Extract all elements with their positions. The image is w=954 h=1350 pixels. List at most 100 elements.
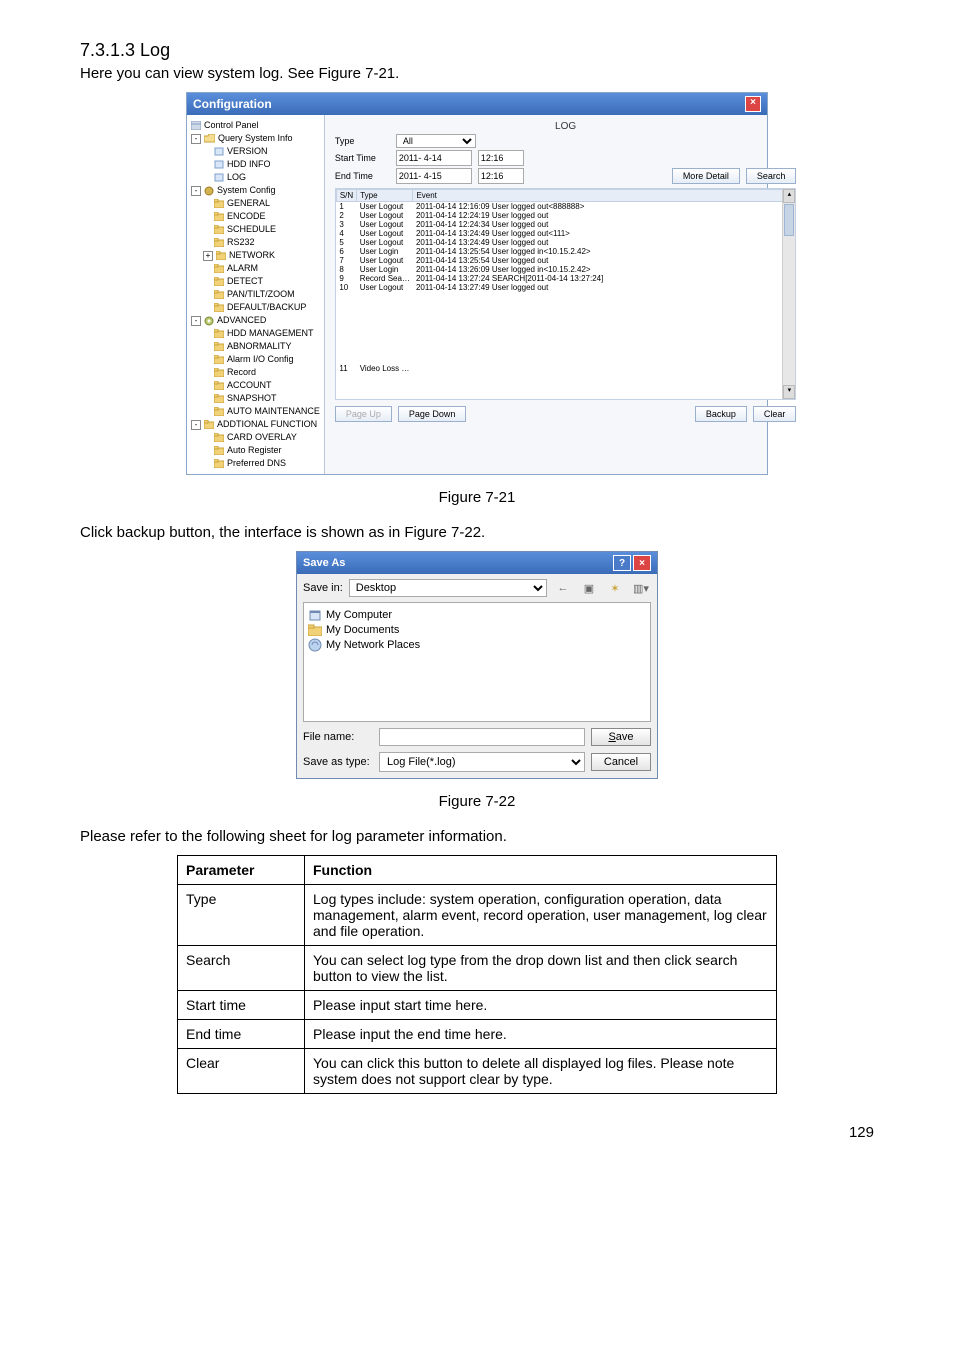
window-titlebar: Configuration × [187, 93, 767, 115]
clear-button[interactable]: Clear [753, 406, 797, 422]
end-time-input[interactable] [478, 168, 524, 184]
vertical-scrollbar[interactable]: ▴ ▾ [782, 189, 795, 399]
log-row[interactable]: 2User Logout2011-04-14 12:24:19 User log… [336, 211, 795, 220]
tree-item[interactable]: LOG [189, 171, 322, 184]
type-select[interactable]: All [396, 134, 476, 148]
log-table-wrap: S/N Type Event 1User Logout2011-04-14 12… [335, 188, 797, 400]
up-folder-icon[interactable]: ▣ [579, 578, 599, 598]
file-item[interactable]: My Network Places [308, 637, 646, 653]
col-event[interactable]: Event [413, 190, 795, 202]
save-button[interactable]: SSaveave [591, 728, 651, 746]
tree-item[interactable]: HDD MANAGEMENT [189, 327, 322, 340]
end-time-label: End Time [335, 171, 390, 181]
tree-item[interactable]: ACCOUNT [189, 379, 322, 392]
configuration-window: Configuration × Control Panel-Query Syst… [186, 92, 768, 475]
header-function: Function [305, 856, 777, 885]
scroll-thumb[interactable] [784, 204, 794, 236]
log-row[interactable]: 10User Logout2011-04-14 13:27:49 User lo… [336, 283, 795, 292]
close-icon[interactable]: × [745, 96, 761, 112]
help-icon[interactable]: ? [613, 555, 631, 571]
tree-item[interactable]: -System Config [189, 184, 322, 197]
tree-item[interactable]: HDD INFO [189, 158, 322, 171]
filename-label: File name: [303, 731, 373, 743]
start-date-input[interactable] [396, 150, 472, 166]
tree-item[interactable]: Preferred DNS [189, 457, 322, 470]
log-row[interactable]: 7User Logout2011-04-14 13:25:54 User log… [336, 256, 795, 265]
param-row: Start timePlease input start time here. [178, 991, 777, 1020]
end-date-input[interactable] [396, 168, 472, 184]
col-type[interactable]: Type [357, 190, 413, 202]
file-list[interactable]: My ComputerMy DocumentsMy Network Places [303, 602, 651, 722]
scroll-up-icon[interactable]: ▴ [783, 189, 795, 203]
backup-button[interactable]: Backup [695, 406, 747, 422]
figure-7-21-caption: Figure 7-21 [80, 489, 874, 506]
tree-item[interactable]: SNAPSHOT [189, 392, 322, 405]
tree-item[interactable]: AUTO MAINTENANCE [189, 405, 322, 418]
tree-item[interactable]: VERSION [189, 145, 322, 158]
start-time-input[interactable] [478, 150, 524, 166]
tree-item[interactable]: +NETWORK [189, 249, 322, 262]
filename-input[interactable] [379, 728, 585, 746]
header-parameter: Parameter [178, 856, 305, 885]
page-up-button[interactable]: Page Up [335, 406, 392, 422]
param-row: TypeLog types include: system operation,… [178, 885, 777, 946]
log-row[interactable]: 9Record Sea…2011-04-14 13:27:24 SEARCH[2… [336, 274, 795, 283]
param-row: SearchYou can select log type from the d… [178, 946, 777, 991]
tree-item[interactable]: -ADDTIONAL FUNCTION [189, 418, 322, 431]
window-title: Configuration [193, 97, 272, 111]
save-in-select[interactable]: Desktop [349, 579, 547, 597]
log-row[interactable]: 1User Logout2011-04-14 12:16:09 User log… [336, 202, 795, 212]
tree-item[interactable]: ENCODE [189, 210, 322, 223]
col-sn[interactable]: S/N [336, 190, 356, 202]
tree-item[interactable]: SCHEDULE [189, 223, 322, 236]
nav-tree[interactable]: Control Panel-Query System InfoVERSIONHD… [187, 115, 325, 474]
tree-item[interactable]: ABNORMALITY [189, 340, 322, 353]
start-time-label: Start Time [335, 153, 390, 163]
tree-item[interactable]: Alarm I/O Config [189, 353, 322, 366]
log-row[interactable]: 8User Login2011-04-14 13:26:09 User logg… [336, 265, 795, 274]
parameter-table: Parameter Function TypeLog types include… [177, 855, 777, 1094]
saveas-title: Save As [303, 557, 345, 569]
page-number: 129 [80, 1124, 874, 1141]
tree-item[interactable]: GENERAL [189, 197, 322, 210]
tree-item[interactable]: Control Panel [189, 119, 322, 132]
scroll-down-icon[interactable]: ▾ [783, 385, 795, 399]
log-row[interactable]: 6User Login2011-04-14 13:25:54 User logg… [336, 247, 795, 256]
file-item[interactable]: My Computer [308, 607, 646, 623]
tree-item[interactable]: -Query System Info [189, 132, 322, 145]
savetype-label: Save as type: [303, 756, 373, 768]
tree-item[interactable]: CARD OVERLAY [189, 431, 322, 444]
save-in-label: Save in: [303, 582, 343, 594]
view-menu-icon[interactable]: ▥▾ [631, 578, 651, 598]
back-icon[interactable]: ← [553, 578, 573, 598]
log-row[interactable]: 4User Logout2011-04-14 13:24:49 User log… [336, 229, 795, 238]
tree-item[interactable]: Record [189, 366, 322, 379]
new-folder-icon[interactable]: ✶ [605, 578, 625, 598]
tree-item[interactable]: RS232 [189, 236, 322, 249]
save-as-window: Save As ? × Save in: Desktop ← ▣ ✶ ▥▾ My… [296, 551, 658, 779]
search-button[interactable]: Search [746, 168, 797, 184]
intro-text: Here you can view system log. See Figure… [80, 65, 874, 82]
log-row[interactable]: 5User Logout2011-04-14 13:24:49 User log… [336, 238, 795, 247]
close-icon[interactable]: × [633, 555, 651, 571]
figure-7-22-caption: Figure 7-22 [80, 793, 874, 810]
saveas-titlebar: Save As ? × [297, 552, 657, 574]
log-row[interactable]: 11Video Loss …2011-04-14 13:28:29 [336, 292, 795, 400]
tree-item[interactable]: ALARM [189, 262, 322, 275]
cancel-button[interactable]: Cancel [591, 753, 651, 771]
pane-title: LOG [335, 121, 797, 132]
mid-text: Click backup button, the interface is sh… [80, 524, 874, 541]
log-row[interactable]: 3User Logout2011-04-14 12:24:34 User log… [336, 220, 795, 229]
tree-item[interactable]: PAN/TILT/ZOOM [189, 288, 322, 301]
param-row: End timePlease input the end time here. [178, 1020, 777, 1049]
tree-item[interactable]: Auto Register [189, 444, 322, 457]
tree-item[interactable]: DETECT [189, 275, 322, 288]
file-item[interactable]: My Documents [308, 623, 646, 637]
log-pane: LOG Type All Start Time End Time More De… [325, 115, 807, 474]
tree-item[interactable]: -ADVANCED [189, 314, 322, 327]
section-heading: 7.3.1.3 Log [80, 40, 874, 61]
more-detail-button[interactable]: More Detail [672, 168, 740, 184]
savetype-select[interactable]: Log File(*.log) [379, 752, 585, 772]
page-down-button[interactable]: Page Down [398, 406, 467, 422]
tree-item[interactable]: DEFAULT/BACKUP [189, 301, 322, 314]
